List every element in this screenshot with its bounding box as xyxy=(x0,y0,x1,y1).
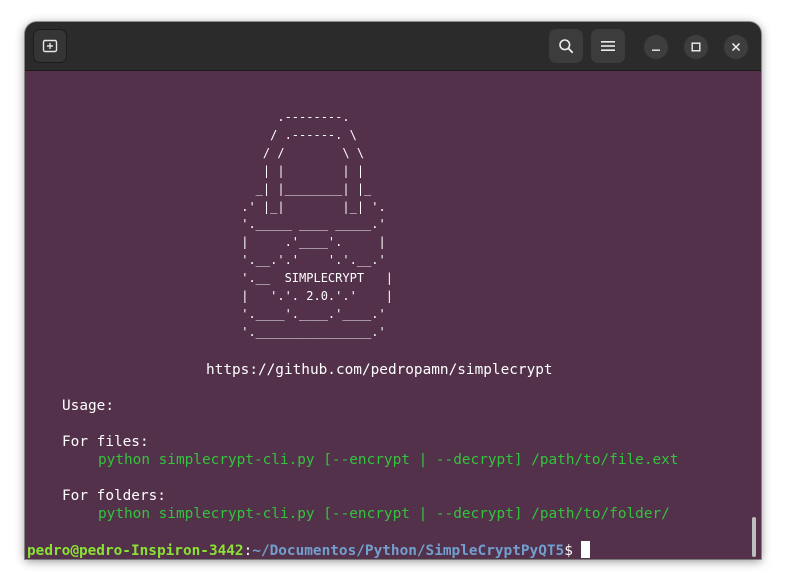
terminal-output[interactable]: .--------. / .------. \ / / \ \ | | | | … xyxy=(25,71,761,559)
ascii-lock-banner: .--------. / .------. \ / / \ \ | | | | … xyxy=(241,110,393,339)
search-icon xyxy=(559,39,574,54)
terminal-window: .--------. / .------. \ / / \ \ | | | | … xyxy=(25,22,761,559)
prompt-symbol: $ xyxy=(564,543,573,559)
folders-command: python simplecrypt-cli.py [--encrypt | -… xyxy=(98,506,670,522)
text-cursor xyxy=(580,541,590,558)
search-button[interactable] xyxy=(549,29,583,63)
prompt-separator: : xyxy=(243,543,253,559)
files-command: python simplecrypt-cli.py [--encrypt | -… xyxy=(98,452,679,468)
minimize-icon xyxy=(652,49,660,51)
usage-label: Usage: xyxy=(62,398,114,414)
titlebar xyxy=(25,22,761,71)
prompt-user: pedro@pedro-Inspiron-3442 xyxy=(27,543,244,559)
close-icon xyxy=(731,42,741,52)
menu-button[interactable] xyxy=(591,29,625,63)
shell-prompt[interactable]: pedro@pedro-Inspiron-3442:~/Documentos/P… xyxy=(27,541,590,559)
scrollbar[interactable] xyxy=(752,517,756,557)
maximize-button[interactable] xyxy=(684,35,708,59)
new-tab-button[interactable] xyxy=(33,29,67,63)
files-label: For files: xyxy=(62,434,149,450)
prompt-path: ~/Documentos/Python/SimpleCryptPyQT5 xyxy=(252,543,565,559)
maximize-icon xyxy=(691,42,701,52)
folders-label: For folders: xyxy=(62,488,166,504)
minimize-button[interactable] xyxy=(644,35,668,59)
new-tab-icon xyxy=(42,39,58,53)
project-url: https://github.com/pedropamn/simplecrypt xyxy=(206,362,553,378)
close-button[interactable] xyxy=(724,35,748,59)
hamburger-menu-icon xyxy=(601,41,615,51)
